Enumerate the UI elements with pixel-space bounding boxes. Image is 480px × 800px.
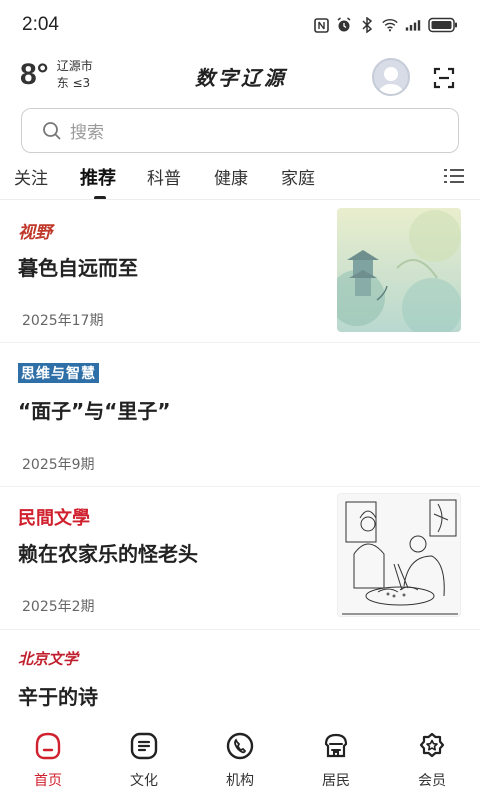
tab-health[interactable]: 健康 (214, 164, 248, 189)
article-title: 赖在农家乐的怪老头 (18, 542, 198, 566)
tab-follow[interactable]: 关注 (14, 164, 48, 189)
article-source: 思维与智慧 (18, 363, 99, 383)
scan-icon (433, 67, 455, 89)
nav-institution[interactable]: 机构 (210, 732, 270, 790)
app-header: 8° 辽源市 东 ≤3 数字辽源 (0, 54, 480, 104)
nav-member[interactable]: 会员 (402, 732, 462, 790)
article-source: 北京文学 (18, 650, 79, 668)
temperature: 8° (20, 58, 49, 91)
avatar[interactable] (372, 58, 410, 96)
article-source: 视野 (18, 223, 52, 243)
alarm-icon (336, 17, 352, 33)
list-menu-icon (444, 169, 464, 183)
status-time: 2:04 (22, 14, 59, 35)
weather-widget[interactable]: 8° 辽源市 东 ≤3 (20, 58, 93, 92)
weather-details: 辽源市 东 ≤3 (57, 58, 93, 92)
nav-label: 居民 (322, 773, 350, 789)
nav-label: 机构 (226, 773, 254, 789)
status-bar: 2:04 (0, 0, 480, 50)
tab-science[interactable]: 科普 (147, 164, 181, 189)
article-title: 辛于的诗 (18, 685, 98, 709)
article-card[interactable]: 北京文学 辛于的诗 (0, 630, 480, 722)
nav-residents[interactable]: 居民 (306, 732, 366, 790)
article-title: 暮色自远而至 (18, 256, 138, 280)
status-icons (313, 17, 458, 33)
battery-icon (428, 17, 458, 33)
article-issue: 2025年2期 (22, 599, 95, 615)
nav-label: 首页 (34, 773, 62, 789)
bottom-nav: 首页 文化 机构 居民 会员 (0, 722, 480, 800)
home-icon (35, 732, 61, 760)
nav-home[interactable]: 首页 (18, 732, 78, 790)
search-icon (43, 121, 61, 140)
wifi-icon (382, 17, 398, 33)
article-source: 民間文學 (18, 508, 90, 529)
tab-family[interactable]: 家庭 (281, 164, 315, 189)
phone-icon (226, 732, 254, 760)
tab-menu-button[interactable] (444, 166, 464, 186)
culture-icon (130, 732, 158, 760)
app-logo: 数字辽源 (195, 66, 287, 90)
article-thumbnail (337, 208, 461, 332)
article-title: “面子”与“里子” (18, 399, 171, 423)
signal-icon (405, 17, 421, 33)
article-card[interactable]: 视野 暮色自远而至 2025年17期 (0, 200, 480, 342)
city-name: 辽源市 (56, 59, 93, 73)
article-thumbnail (337, 493, 461, 617)
member-icon (419, 732, 445, 758)
bluetooth-icon (359, 17, 375, 33)
user-avatar-icon (377, 67, 405, 94)
residents-icon (324, 733, 348, 758)
article-card[interactable]: 民間文學 赖在农家乐的怪老头 2025年2期 (0, 487, 480, 629)
nav-label: 文化 (130, 773, 158, 789)
nfc-icon (313, 17, 329, 33)
search-placeholder: 搜索 (70, 123, 104, 143)
wind-info: 东 ≤3 (56, 76, 91, 90)
article-card[interactable]: 思维与智慧 “面子”与“里子” 2025年9期 (0, 343, 480, 486)
article-issue: 2025年9期 (22, 457, 95, 473)
nav-culture[interactable]: 文化 (114, 732, 174, 790)
search-input[interactable]: 搜索 (21, 108, 459, 153)
scan-button[interactable] (433, 67, 455, 89)
category-tabs: 关注 推荐 科普 健康 家庭 (0, 160, 480, 200)
tab-recommend[interactable]: 推荐 (80, 164, 116, 190)
article-issue: 2025年17期 (22, 313, 104, 329)
nav-label: 会员 (418, 773, 446, 789)
